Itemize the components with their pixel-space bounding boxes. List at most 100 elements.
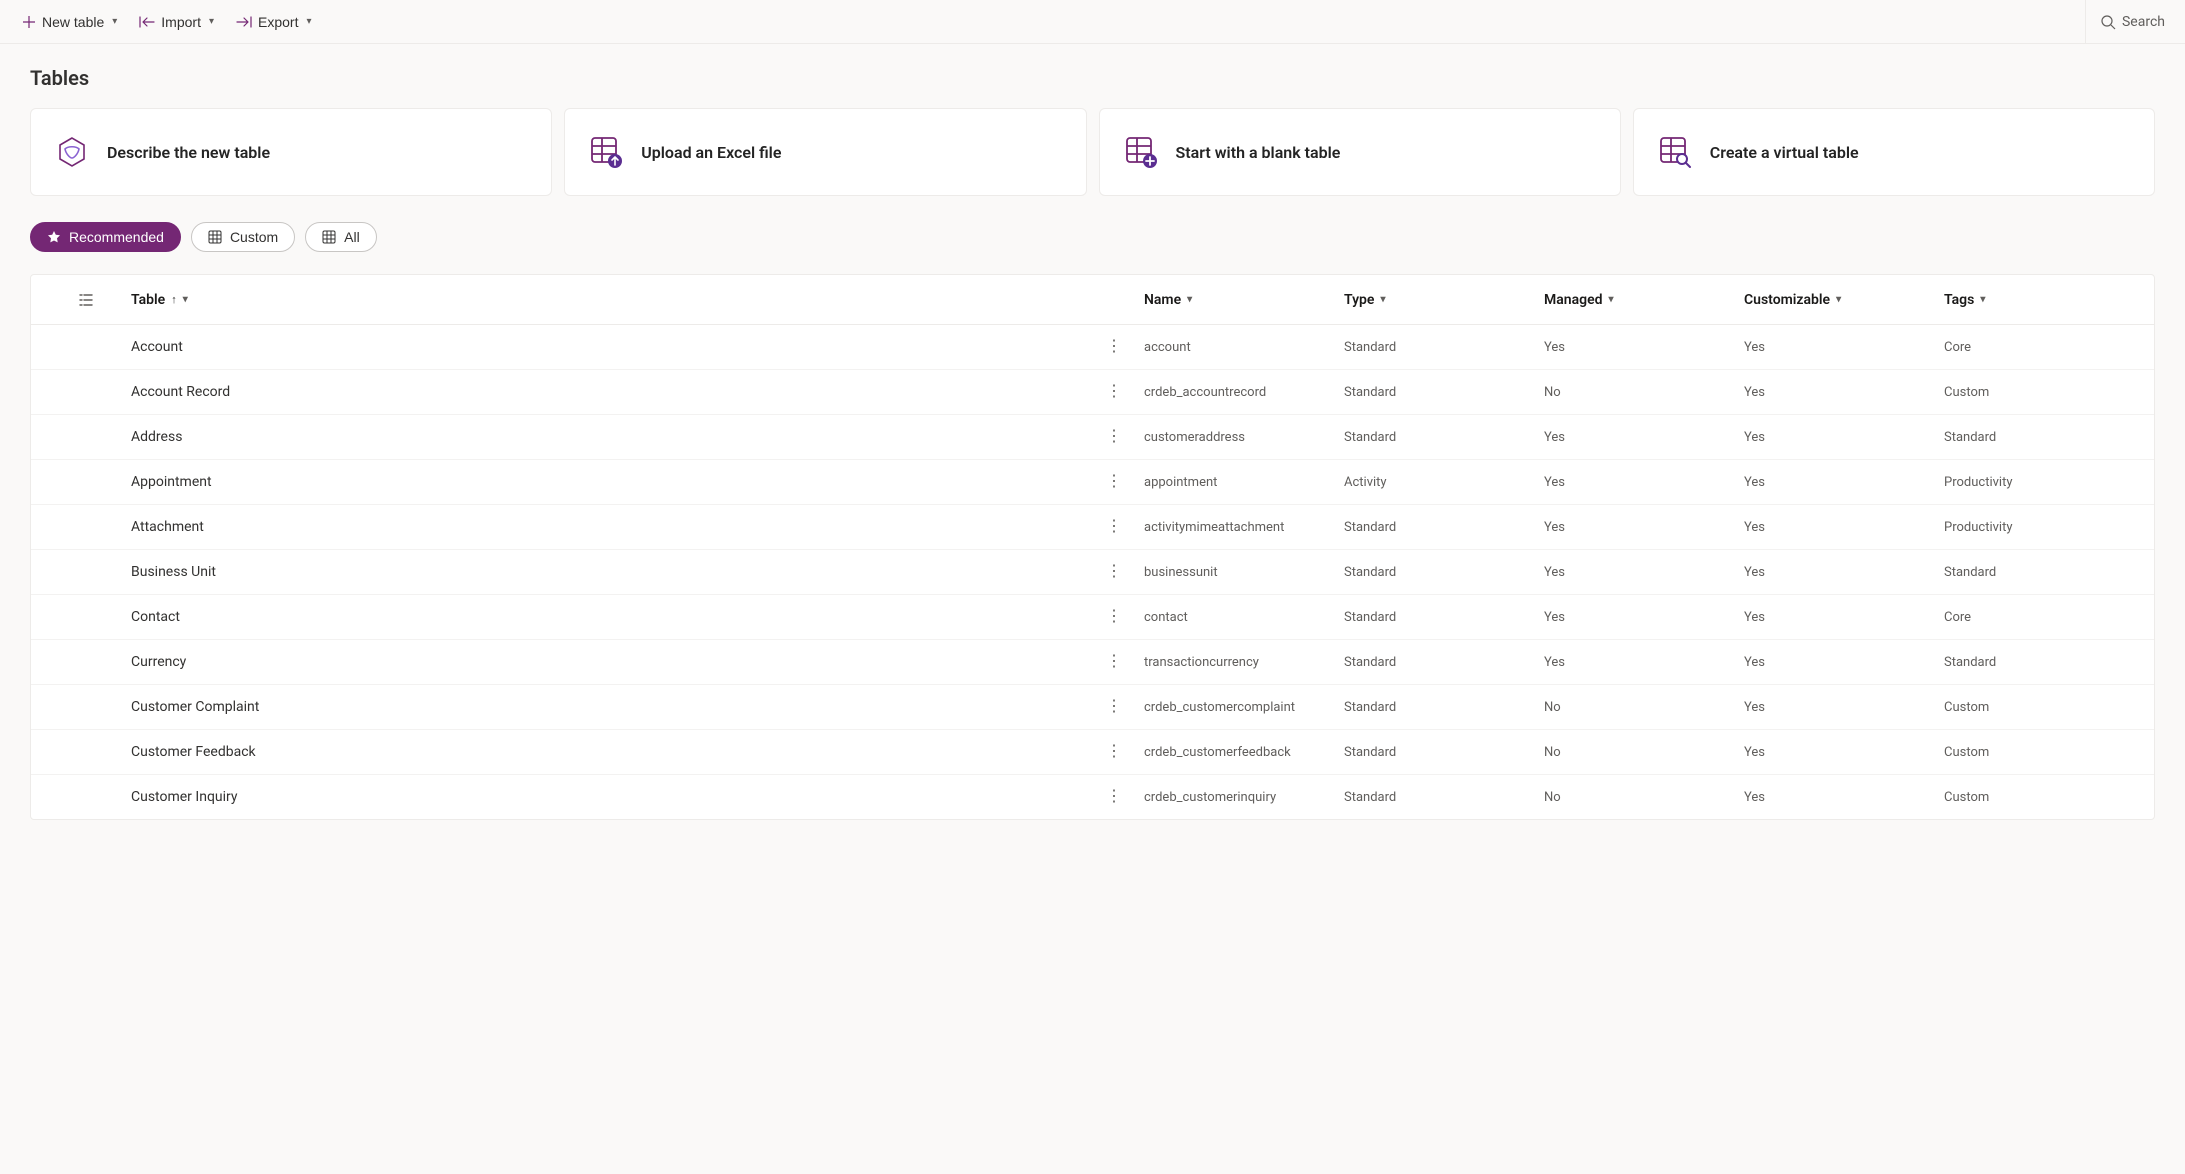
row-managed: Yes [1544,555,1744,590]
col-name[interactable]: Name ▾ [1144,292,1344,308]
more-vertical-icon: ⋮ [1106,563,1122,580]
chevron-down-icon: ▾ [112,16,117,27]
row-name: businessunit [1144,555,1344,590]
export-button[interactable]: Export ▾ [234,10,314,34]
row-name: appointment [1144,465,1344,500]
row-type: Standard [1344,555,1544,590]
more-vertical-icon: ⋮ [1106,608,1122,625]
row-more-cell: ⋮ [1084,550,1144,594]
col-label: Type [1344,292,1374,308]
row-customizable: Yes [1744,780,1944,815]
row-display-name[interactable]: Customer Feedback [131,734,1084,770]
chevron-down-icon: ▾ [1609,294,1614,305]
row-display-name[interactable]: Address [131,419,1084,455]
filter-recommended[interactable]: Recommended [30,222,181,252]
row-display-name[interactable]: Contact [131,599,1084,635]
table-row: Address⋮customeraddressStandardYesYesSta… [31,415,2154,460]
col-label: Name [1144,292,1181,308]
table-row: Appointment⋮appointmentActivityYesYesPro… [31,460,2154,505]
row-expand-cell [41,517,131,537]
grid-header: Table ↑ ▾ Name ▾ Type ▾ Managed ▾ Custom… [31,275,2154,325]
row-managed: No [1544,780,1744,815]
row-more-cell: ⋮ [1084,640,1144,684]
copilot-icon [55,135,89,169]
row-display-name[interactable]: Account [131,329,1084,365]
row-managed: No [1544,375,1744,410]
col-customizable[interactable]: Customizable ▾ [1744,292,1944,308]
row-tags: Custom [1944,690,2144,725]
row-managed: Yes [1544,330,1744,365]
row-expand-cell [41,697,131,717]
row-tags: Standard [1944,645,2144,680]
row-customizable: Yes [1744,690,1944,725]
row-more-button[interactable]: ⋮ [1102,380,1126,404]
row-managed: No [1544,690,1744,725]
row-tags: Standard [1944,555,2144,590]
row-display-name[interactable]: Business Unit [131,554,1084,590]
row-managed: Yes [1544,420,1744,455]
row-name: transactioncurrency [1144,645,1344,680]
row-more-button[interactable]: ⋮ [1102,695,1126,719]
row-more-button[interactable]: ⋮ [1102,470,1126,494]
row-managed: No [1544,735,1744,770]
row-name: activitymimeattachment [1144,510,1344,545]
row-name: contact [1144,600,1344,635]
table-row: Account⋮accountStandardYesYesCore [31,325,2154,370]
table-row: Customer Complaint ⋮ crdeb_customercomplai… [31,685,2154,730]
filter-all[interactable]: All [305,222,377,252]
import-label: Import [161,14,201,30]
row-name: account [1144,330,1344,365]
more-vertical-icon: ⋮ [1106,743,1122,760]
row-type: Activity [1344,465,1544,500]
row-display-name[interactable]: Customer Complaint [131,689,1084,725]
row-type: Standard [1344,375,1544,410]
row-more-cell: ⋮ [1084,415,1144,459]
row-tags: Productivity [1944,510,2144,545]
row-display-name[interactable]: Attachment [131,509,1084,545]
row-name: crdeb_customercomplaint [1144,690,1344,725]
card-describe-table[interactable]: Describe the new table [30,108,552,196]
col-tags[interactable]: Tags ▾ [1944,292,2144,308]
table-row: Currency⋮transactioncurrencyStandardYesY… [31,640,2154,685]
row-more-button[interactable]: ⋮ [1102,605,1126,629]
col-table[interactable]: Table ↑ ▾ [131,292,1084,308]
more-vertical-icon: ⋮ [1106,338,1122,355]
filter-pills: Recommended Custom All [30,222,2155,252]
filter-label: Recommended [69,229,164,245]
table-row: Attachment⋮activitymimeattachmentStandar… [31,505,2154,550]
card-upload-excel[interactable]: Upload an Excel file [564,108,1086,196]
card-label: Start with a blank table [1176,143,1341,162]
filter-custom[interactable]: Custom [191,222,295,252]
row-more-button[interactable]: ⋮ [1102,650,1126,674]
col-managed[interactable]: Managed ▾ [1544,292,1744,308]
export-label: Export [258,14,298,30]
more-vertical-icon: ⋮ [1106,428,1122,445]
row-display-name[interactable]: Customer Inquiry [131,779,1084,815]
search-button[interactable]: Search [2085,0,2165,43]
more-vertical-icon: ⋮ [1106,518,1122,535]
command-bar: New table ▾ Import ▾ Export ▾ Search [0,0,2185,44]
card-blank-table[interactable]: Start with a blank table [1099,108,1621,196]
row-more-cell: ⋮ [1084,685,1144,729]
row-more-button[interactable]: ⋮ [1102,515,1126,539]
new-table-button[interactable]: New table ▾ [20,10,119,34]
row-more-button[interactable]: ⋮ [1102,425,1126,449]
chevron-down-icon: ▾ [306,16,311,27]
import-button[interactable]: Import ▾ [137,10,216,34]
table-upload-icon [589,135,623,169]
table-row: Contact⋮contactStandardYesYesCore [31,595,2154,640]
row-more-button[interactable]: ⋮ [1102,335,1126,359]
col-type[interactable]: Type ▾ [1344,292,1544,308]
card-virtual-table[interactable]: Create a virtual table [1633,108,2155,196]
row-more-button[interactable]: ⋮ [1102,785,1126,809]
row-more-button[interactable]: ⋮ [1102,740,1126,764]
row-display-name[interactable]: Appointment [131,464,1084,500]
row-expand-cell [41,337,131,357]
row-more-button[interactable]: ⋮ [1102,560,1126,584]
table-row: Customer Inquiry⋮crdeb_customerinquirySt… [31,775,2154,819]
row-display-name[interactable]: Currency [131,644,1084,680]
more-vertical-icon: ⋮ [1106,698,1122,715]
row-managed: Yes [1544,600,1744,635]
row-display-name[interactable]: Account Record [131,374,1084,410]
chevron-down-icon: ▾ [1980,294,1985,305]
